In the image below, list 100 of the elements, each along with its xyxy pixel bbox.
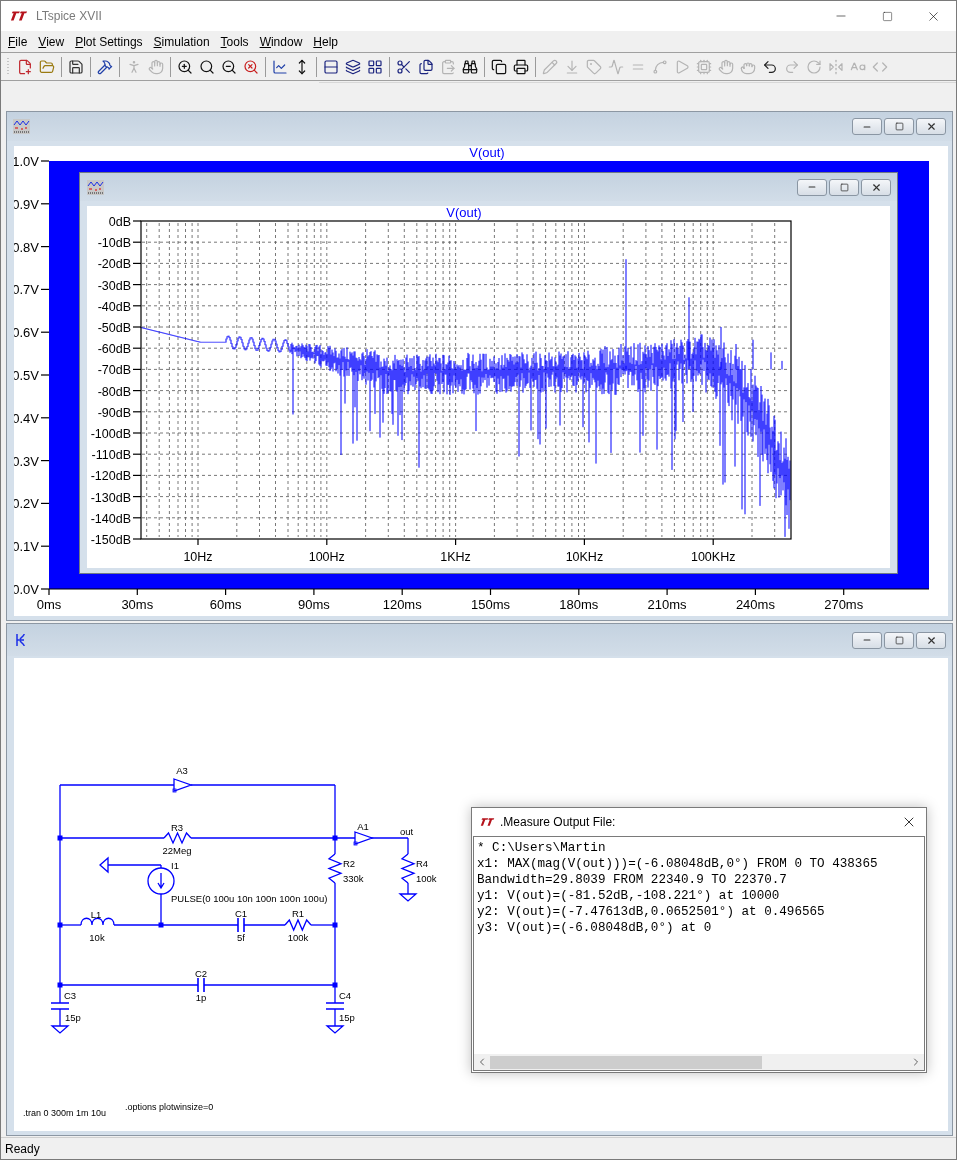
axis-label: 210ms <box>647 597 687 612</box>
menu-item[interactable]: Help <box>308 32 343 51</box>
binoculars-icon <box>462 58 478 75</box>
component-name: L1 <box>90 909 102 920</box>
folder-icon <box>39 58 55 75</box>
copy-icon <box>418 58 434 75</box>
component-name: R2 <box>343 858 356 869</box>
logo-icon <box>480 816 495 827</box>
running-figure-icon <box>126 58 142 75</box>
resistor-symbol <box>327 853 343 884</box>
menu-item[interactable]: Simulation <box>148 32 215 51</box>
search-icon <box>199 58 215 75</box>
axis-label: -150dB <box>90 533 131 547</box>
waveform-icon <box>13 119 30 134</box>
triangle-icon <box>674 58 690 75</box>
resistor-symbol <box>163 831 192 845</box>
output-line: y1: V(out)=(-81.52dB,-108.221°) at 10000 <box>477 888 781 904</box>
current-source-symbol <box>147 867 175 895</box>
component-name: R4 <box>416 858 429 869</box>
hammer-icon <box>97 58 113 75</box>
restore-icon <box>839 182 849 192</box>
component-value: 330k <box>343 873 364 884</box>
axis-label: -120dB <box>90 469 131 484</box>
restore-button[interactable] <box>884 631 914 649</box>
component-name: R3 <box>170 822 184 833</box>
component-value: 1p <box>195 992 207 1003</box>
axis-label: 120ms <box>382 597 422 612</box>
axis-label: 60ms <box>209 597 242 612</box>
axis-label: 100Hz <box>308 550 345 564</box>
component-value: 100k <box>287 932 309 943</box>
zoom-out-icon <box>221 58 237 75</box>
scissors-icon <box>396 58 412 75</box>
output-line: y3: V(out)=(-6.08048dB,0°) at 0 <box>477 920 713 936</box>
axis-label: 30ms <box>121 597 154 612</box>
wire <box>407 882 409 895</box>
resistor-symbol <box>284 918 312 932</box>
horizontal-scrollbar[interactable] <box>473 1054 925 1071</box>
wire <box>334 1008 336 1027</box>
component-value: 10k <box>89 932 105 943</box>
pencil-icon <box>542 58 558 75</box>
component-name: I1 <box>171 860 179 871</box>
close-icon <box>925 634 937 646</box>
chip-icon <box>696 58 712 75</box>
capacitor-symbol <box>50 1002 70 1010</box>
axis-label: -80dB <box>97 384 131 399</box>
axis-label: -50dB <box>97 321 131 335</box>
axis-label: -40dB <box>97 299 131 314</box>
ground-symbol <box>398 893 418 902</box>
component-name: R1 <box>291 908 305 919</box>
axis-label: 0ms <box>36 597 62 612</box>
axis-label: -30dB <box>97 278 131 293</box>
menu-item[interactable]: Tools <box>215 32 254 51</box>
curve-icon <box>652 58 668 75</box>
restore-button[interactable] <box>829 178 859 196</box>
printer-icon <box>513 58 529 75</box>
flip-icon <box>828 58 844 75</box>
component-name: C1 <box>234 908 248 919</box>
restore-button[interactable] <box>884 118 914 135</box>
scrollbar-thumb[interactable] <box>490 1055 762 1069</box>
paste-icon <box>440 58 456 75</box>
ground-icon <box>564 58 580 75</box>
menu-item[interactable]: Window <box>254 32 308 51</box>
trace-label: V(out) <box>469 146 505 160</box>
axis-label: 100KHz <box>690 550 736 564</box>
maximize-icon <box>881 10 893 22</box>
axis-label: 90ms <box>298 597 330 612</box>
capacitor-symbol <box>234 917 248 933</box>
component-name: C3 <box>64 990 77 1001</box>
axis-label: 10KHz <box>565 550 604 564</box>
menu-item[interactable]: View <box>33 32 70 51</box>
layers-icon <box>345 58 361 75</box>
line-chart-icon <box>272 58 288 75</box>
output-line: Bandwidth=29.8039 FROM 22340.9 TO 22370.7 <box>477 872 788 888</box>
menu-item[interactable]: File <box>3 32 33 51</box>
minimize-button[interactable] <box>852 118 882 135</box>
menu-item[interactable]: Plot Settings <box>70 32 148 51</box>
waveform-icon <box>87 179 104 195</box>
output-line: x1: MAX(mag(V(out)))=(-6.08048dB,0°) FROM 0 TO 438365 <box>477 856 879 872</box>
component-value: 15p <box>65 1012 81 1023</box>
axis-label: -10dB <box>97 236 131 251</box>
inductor-symbol <box>80 917 115 926</box>
minimize-button[interactable] <box>797 178 827 196</box>
axis-label: -90dB <box>97 405 131 420</box>
component-value: 5f <box>237 932 245 943</box>
redo-icon <box>784 58 800 75</box>
close-icon <box>925 121 937 132</box>
capacitor-symbol <box>194 977 208 993</box>
axis-label: 150ms <box>471 597 510 612</box>
ground-symbol <box>50 1025 70 1034</box>
print-preview-icon <box>491 58 507 75</box>
app-title: LTspice XVII <box>36 8 102 25</box>
rotate-icon <box>806 58 822 75</box>
spice-directive: .options plotwinsize=0 <box>125 1102 214 1112</box>
buffer-symbol <box>353 831 374 846</box>
status-text: Ready <box>5 1140 40 1158</box>
axis-label: -100dB <box>90 427 131 441</box>
component-name: A3 <box>176 765 188 776</box>
rows-icon <box>323 58 339 75</box>
output-line: y2: V(out)=(-7.47613dB,0.0652501°) at 0.496565 <box>477 904 826 920</box>
minimize-button[interactable] <box>852 631 882 649</box>
